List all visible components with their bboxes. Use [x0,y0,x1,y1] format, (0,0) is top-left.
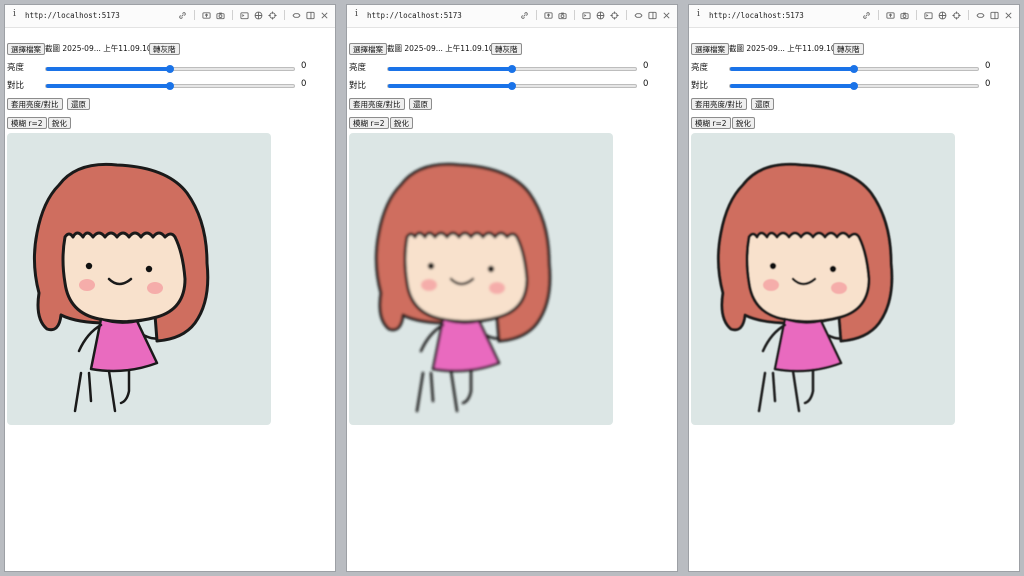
brightness-fill [730,67,854,71]
choose-file-button[interactable]: 選擇檔案 [349,43,387,55]
brightness-slider[interactable] [729,65,979,73]
terminal-icon[interactable] [924,11,933,20]
info-icon[interactable]: i [13,9,16,19]
crosshair-icon[interactable] [952,10,961,20]
split-view-icon[interactable] [648,11,657,20]
browser-window-1: i http://localhost:5173 選擇檔案 截圖 2025-09.… [4,4,336,572]
screen-share-icon[interactable] [886,11,895,20]
contrast-value: 0 [643,79,649,89]
brightness-thumb[interactable] [850,65,858,73]
reset-button[interactable]: 還原 [409,98,432,110]
brightness-label: 亮度 [691,63,709,73]
contrast-thumb[interactable] [508,82,516,90]
brightness-slider[interactable] [45,65,295,73]
image-canvas [349,133,613,425]
brightness-thumb[interactable] [166,65,174,73]
camera-icon[interactable] [558,11,567,20]
contrast-label: 對比 [691,81,709,91]
cartoon-girl-image-sharpened [716,162,894,413]
image-canvas [691,133,955,425]
browser-window-3: i http://localhost:5173 選擇檔案 截圖 2025-09.… [688,4,1020,572]
crosshair-icon[interactable] [610,10,619,20]
swap-icon[interactable] [634,11,643,20]
grayscale-button[interactable]: 轉灰階 [833,43,864,55]
blur-button[interactable]: 模糊 r=2 [691,117,731,129]
camera-icon[interactable] [900,11,909,20]
contrast-thumb[interactable] [166,82,174,90]
contrast-thumb[interactable] [850,82,858,90]
terminal-icon[interactable] [240,11,249,20]
grayscale-button[interactable]: 轉灰階 [149,43,180,55]
contrast-fill [46,84,170,88]
close-icon[interactable] [1004,11,1013,20]
blur-button[interactable]: 模糊 r=2 [349,117,389,129]
contrast-slider[interactable] [45,82,295,90]
swap-icon[interactable] [976,11,985,20]
contrast-slider[interactable] [729,82,979,90]
cartoon-girl-image [32,162,210,413]
choose-file-button[interactable]: 選擇檔案 [7,43,45,55]
file-name-label: 截圖 2025-09... 上午11.09.10 [45,44,152,53]
sharpen-button[interactable]: 銳化 [390,117,413,129]
sharpen-button[interactable]: 銳化 [732,117,755,129]
cartoon-girl-image-blurred [374,162,552,413]
blur-button[interactable]: 模糊 r=2 [7,117,47,129]
brightness-fill [46,67,170,71]
close-icon[interactable] [662,11,671,20]
contrast-fill [388,84,512,88]
brightness-value: 0 [643,61,649,71]
brightness-value: 0 [985,61,991,71]
reset-button[interactable]: 還原 [67,98,90,110]
globe-icon[interactable] [254,11,263,20]
info-icon[interactable]: i [355,9,358,19]
contrast-label: 對比 [7,81,25,91]
brightness-value: 0 [301,61,307,71]
screen-share-icon[interactable] [202,11,211,20]
title-bar: i http://localhost:5173 [347,5,677,28]
apply-brightness-contrast-button[interactable]: 套用亮度/對比 [7,98,63,110]
terminal-icon[interactable] [582,11,591,20]
reset-button[interactable]: 還原 [751,98,774,110]
sharpen-button[interactable]: 銳化 [48,117,71,129]
url-text[interactable]: http://localhost:5173 [709,11,804,20]
close-icon[interactable] [320,11,329,20]
brightness-thumb[interactable] [508,65,516,73]
title-bar: i http://localhost:5173 [5,5,335,28]
contrast-slider[interactable] [387,82,637,90]
title-bar: i http://localhost:5173 [689,5,1019,28]
file-name-label: 截圖 2025-09... 上午11.09.10 [729,44,836,53]
image-canvas [7,133,271,425]
url-text[interactable]: http://localhost:5173 [367,11,462,20]
brightness-slider[interactable] [387,65,637,73]
camera-icon[interactable] [216,11,225,20]
grayscale-button[interactable]: 轉灰階 [491,43,522,55]
file-name-label: 截圖 2025-09... 上午11.09.10 [387,44,494,53]
crosshair-icon[interactable] [268,10,277,20]
link-icon[interactable] [520,11,529,20]
contrast-value: 0 [985,79,991,89]
contrast-value: 0 [301,79,307,89]
info-icon[interactable]: i [697,9,700,19]
screen-share-icon[interactable] [544,11,553,20]
contrast-fill [730,84,854,88]
apply-brightness-contrast-button[interactable]: 套用亮度/對比 [349,98,405,110]
link-icon[interactable] [178,11,187,20]
split-view-icon[interactable] [990,11,999,20]
brightness-label: 亮度 [7,63,25,73]
brightness-fill [388,67,512,71]
globe-icon[interactable] [596,11,605,20]
link-icon[interactable] [862,11,871,20]
globe-icon[interactable] [938,11,947,20]
apply-brightness-contrast-button[interactable]: 套用亮度/對比 [691,98,747,110]
split-view-icon[interactable] [306,11,315,20]
browser-window-2: i http://localhost:5173 選擇檔案 截圖 2025-09.… [346,4,678,572]
choose-file-button[interactable]: 選擇檔案 [691,43,729,55]
contrast-label: 對比 [349,81,367,91]
brightness-label: 亮度 [349,63,367,73]
url-text[interactable]: http://localhost:5173 [25,11,120,20]
swap-icon[interactable] [292,11,301,20]
